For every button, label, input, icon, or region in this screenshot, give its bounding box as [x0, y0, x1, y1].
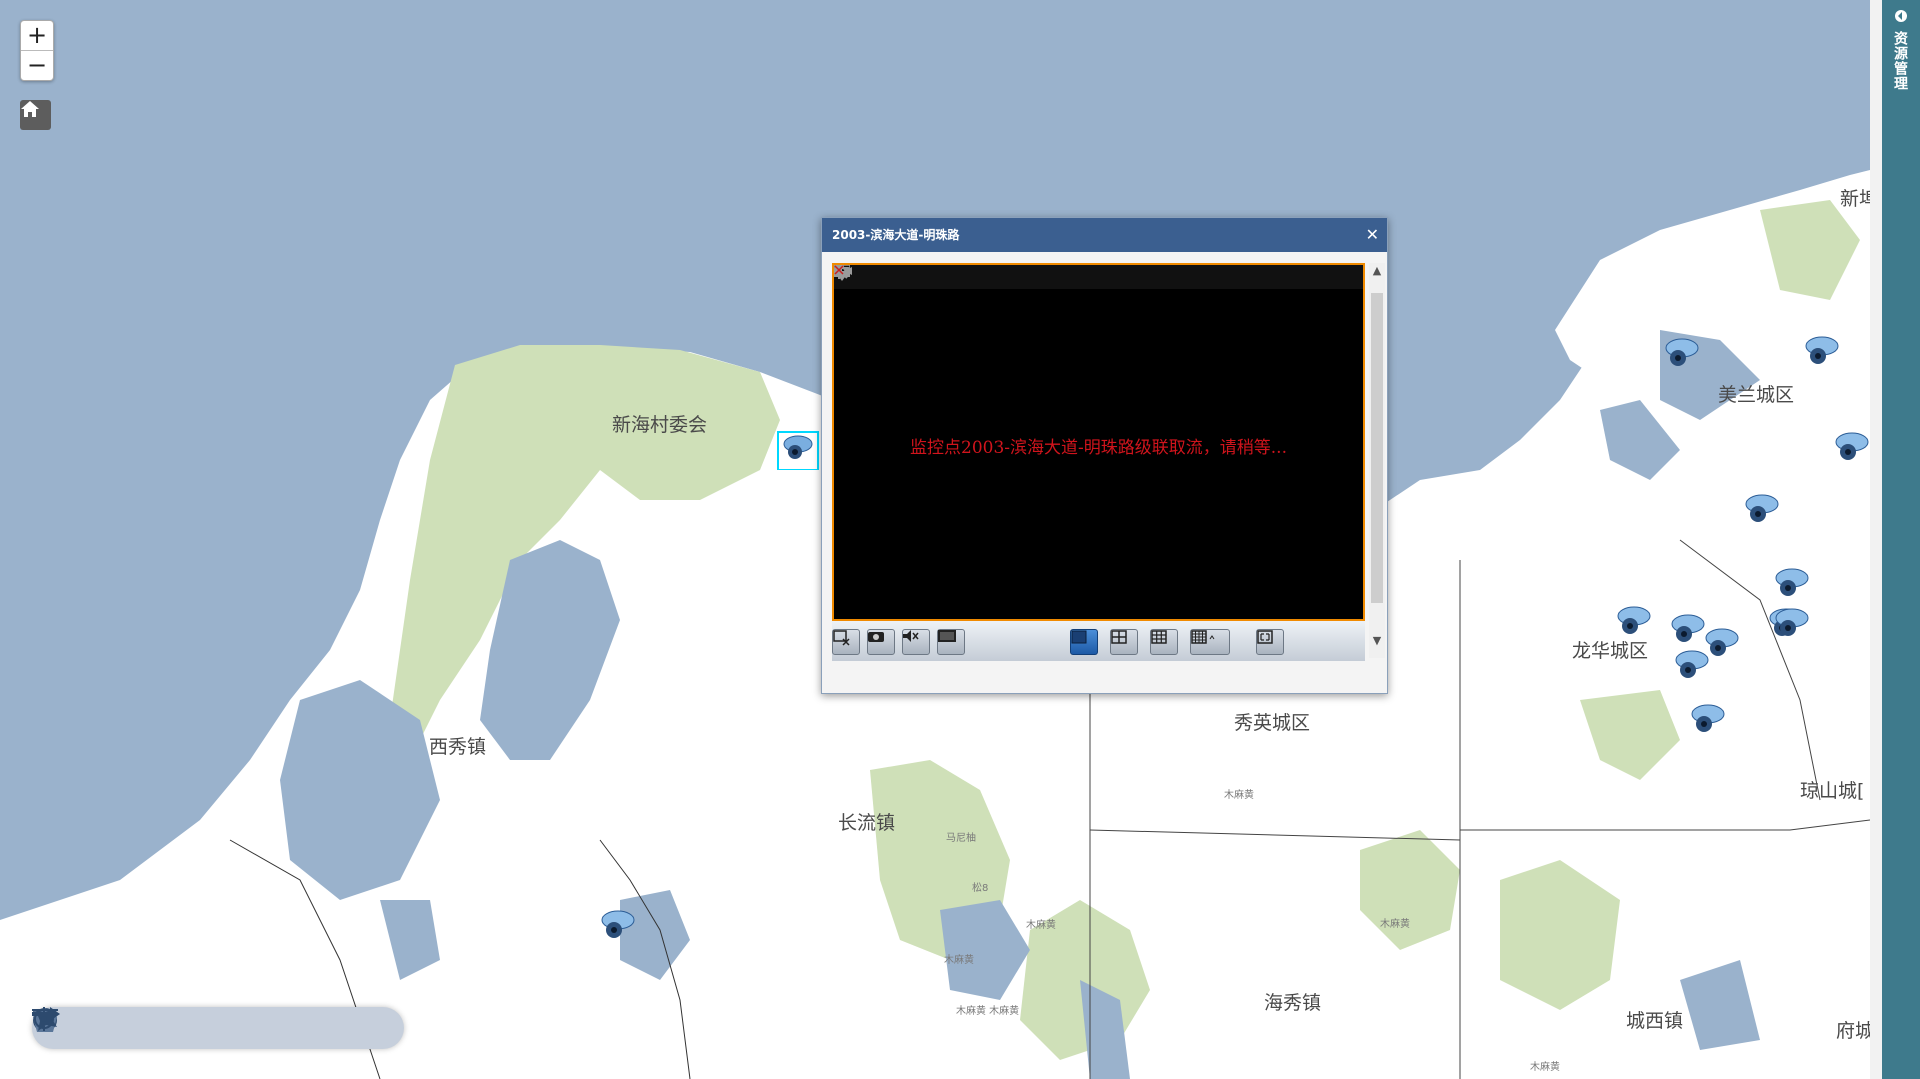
place-label: 美兰城区: [1718, 384, 1795, 406]
small-label: 木麻黄: [944, 955, 974, 966]
place-label: 新海村委会: [612, 414, 708, 436]
place-label: 新埠: [1840, 188, 1870, 210]
video-popup: 2003-滨海大道-明珠路 ✕ 监控点2003-滨海大道-明珠路级联取流，请稍等…: [821, 217, 1388, 694]
layout-2x2-button[interactable]: [1110, 629, 1138, 655]
layout-4x4-icon: [1191, 630, 1215, 644]
camera-marker-icon[interactable]: [1770, 564, 1814, 604]
target-icon[interactable]: [34, 1007, 378, 1044]
camera-marker-icon[interactable]: [1612, 602, 1656, 642]
record-icon[interactable]: [834, 265, 1146, 285]
video-top-toolbar: [834, 265, 1363, 289]
zoom-control: + −: [20, 20, 54, 81]
stop-all-button[interactable]: [832, 629, 860, 655]
layout-4x4-button[interactable]: [1190, 629, 1230, 655]
capture-button[interactable]: [867, 629, 895, 655]
volume-icon: [903, 630, 919, 642]
small-label: 木麻黄 木麻黄: [956, 1006, 1020, 1017]
scroll-up-icon[interactable]: ▲: [1369, 263, 1385, 279]
snapshot-icon[interactable]: [834, 267, 1175, 285]
circle-icon[interactable]: [33, 1008, 133, 1044]
camera-marker-icon[interactable]: [596, 906, 640, 946]
camera-marker-icon[interactable]: [1800, 332, 1844, 372]
resource-panel-label: 资源管理: [1892, 31, 1908, 91]
draw-toolbar: [32, 1007, 404, 1049]
camera-marker-icon[interactable]: [1670, 646, 1714, 686]
ptz-icon[interactable]: [834, 265, 1204, 285]
screen-icon: [938, 630, 956, 642]
mic-icon[interactable]: [837, 265, 1262, 285]
capture-icon: [868, 632, 884, 642]
camera-marker-icon[interactable]: [776, 430, 820, 470]
window-icon[interactable]: [834, 265, 1320, 285]
popup-scrollbar[interactable]: ▲ ▼: [1369, 263, 1385, 658]
collapse-arrow-icon[interactable]: [1894, 9, 1908, 23]
video-status-message: 监控点2003-滨海大道-明珠路级联取流，请稍等...: [910, 438, 1287, 458]
popup-header: 2003-滨海大道-明珠路 ✕: [822, 218, 1387, 252]
scroll-thumb[interactable]: [1371, 293, 1383, 603]
zoom-icon[interactable]: [834, 265, 1291, 285]
popup-title: 2003-滨海大道-明珠路: [832, 228, 960, 242]
screen-button[interactable]: [937, 629, 965, 655]
layout-2x2-icon: [1111, 630, 1127, 644]
camera-marker-icon[interactable]: [1660, 334, 1704, 374]
arrow-icon[interactable]: [32, 1007, 329, 1044]
layout-1x1-button[interactable]: [1070, 629, 1098, 655]
layout-3x3-button[interactable]: [1150, 629, 1178, 655]
small-label: 木麻黄: [1026, 920, 1056, 931]
layout-3x3-icon: [1151, 630, 1167, 644]
volume-button[interactable]: [902, 629, 930, 655]
resource-panel-header: 资源管理: [1890, 8, 1912, 91]
line-icon[interactable]: [32, 1009, 280, 1044]
map-canvas[interactable]: 新海村委会 美兰城区 龙华城区 秀英城区 西秀镇 长流镇 海秀镇 城西镇 琼山城…: [0, 0, 1870, 1079]
polygon-icon[interactable]: [33, 1008, 182, 1044]
camera-marker-icon[interactable]: [1830, 428, 1870, 468]
mute-icon[interactable]: [834, 265, 1233, 285]
zoom-in-button[interactable]: +: [21, 21, 53, 50]
fullscreen-icon: [1257, 630, 1273, 644]
camera-marker-icon[interactable]: [1770, 604, 1814, 644]
zoom-out-button[interactable]: −: [21, 50, 53, 80]
small-label: 马尼柚: [946, 833, 976, 844]
place-label: 海秀镇: [1264, 992, 1322, 1014]
place-label: 长流镇: [838, 812, 896, 834]
place-label: 秀英城区: [1234, 712, 1311, 734]
camera-marker-icon[interactable]: [1686, 700, 1730, 740]
scroll-down-icon[interactable]: ▼: [1369, 633, 1385, 649]
place-label: 琼山城[: [1800, 780, 1865, 802]
place-label: 西秀镇: [429, 736, 487, 758]
fullscreen-button[interactable]: [1256, 629, 1284, 655]
video-player[interactable]: 监控点2003-滨海大道-明珠路级联取流，请稍等...: [832, 263, 1365, 621]
home-button[interactable]: [20, 100, 51, 130]
popup-close-button[interactable]: ✕: [1366, 218, 1379, 252]
small-label: 松8: [972, 883, 989, 894]
camera-marker-icon[interactable]: [1740, 490, 1784, 530]
video-bottom-toolbar: [832, 621, 1365, 661]
stop-all-icon: [833, 630, 850, 646]
small-label: 木麻黄: [1380, 919, 1410, 930]
place-label: 府城: [1836, 1020, 1870, 1042]
place-label: 城西镇: [1626, 1010, 1684, 1032]
home-icon: [21, 101, 39, 117]
layout-1x1-icon: [1071, 630, 1087, 644]
small-label: 木麻黄: [1224, 790, 1254, 801]
small-label: 木麻黄: [1530, 1062, 1560, 1073]
resource-panel-tab[interactable]: 资源管理: [1882, 0, 1920, 1079]
star-icon[interactable]: [36, 1009, 231, 1044]
close-icon[interactable]: [834, 265, 1349, 285]
